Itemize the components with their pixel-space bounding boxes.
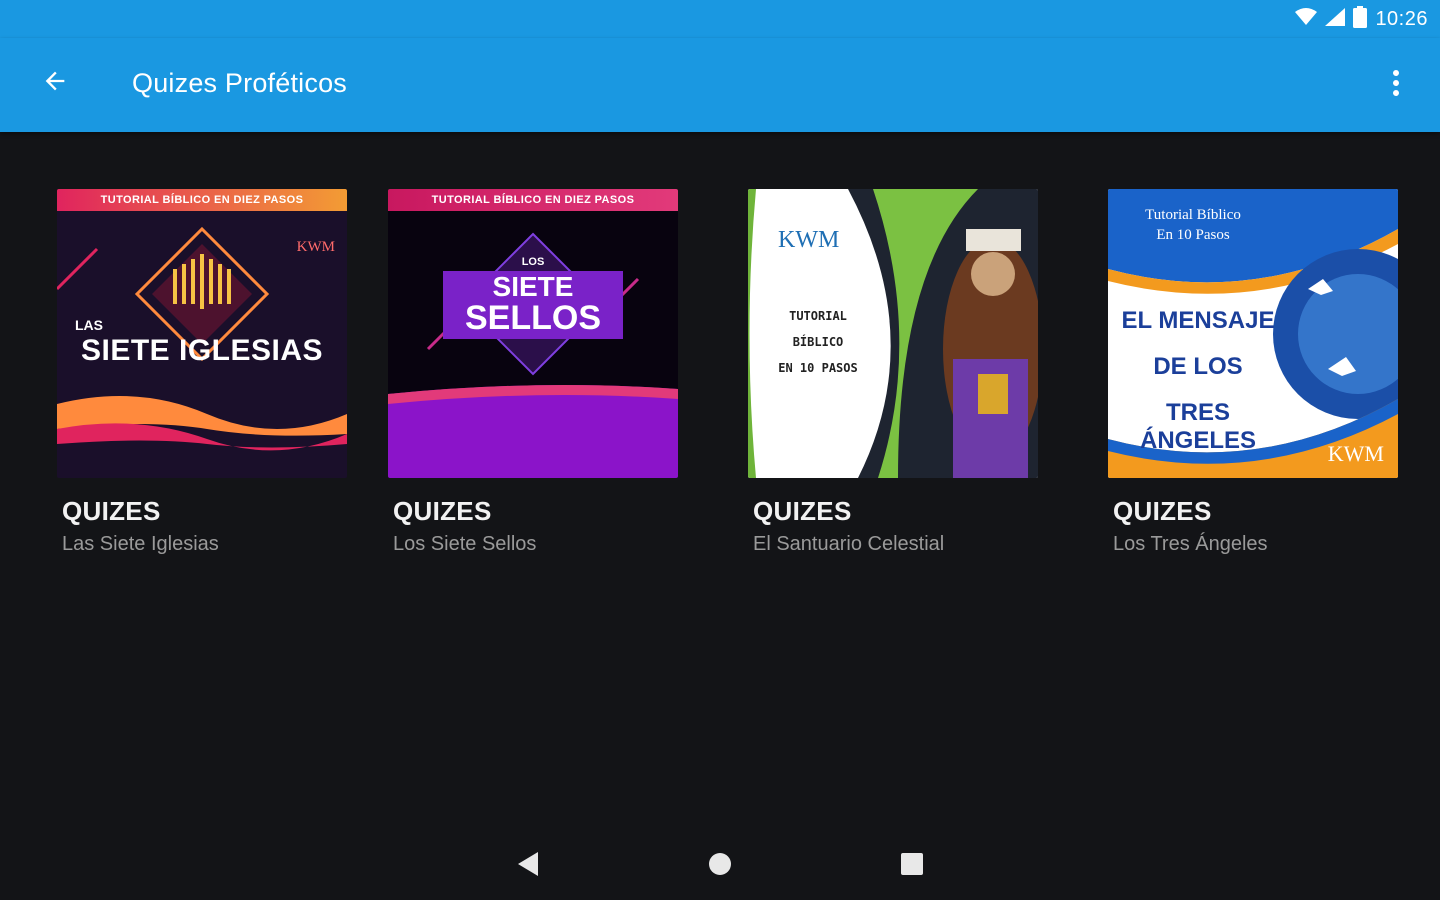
back-button[interactable] <box>30 58 80 108</box>
card-title: QUIZES <box>62 496 161 526</box>
battery-icon <box>1353 5 1368 33</box>
card-subtitle: Las Siete Iglesias <box>62 533 219 555</box>
thumb-logo: KWM <box>778 227 840 253</box>
thumb-line1: EL MENSAJE <box>1121 307 1275 334</box>
thumb-head2: En 10 Pasos <box>1156 227 1230 243</box>
card-title: QUIZES <box>1113 496 1212 526</box>
card-subtitle: El Santuario Celestial <box>753 533 945 555</box>
card-thumbnail: KWM TUTORIAL BÍBLICO EN 10 PASOS <box>748 189 1038 478</box>
quiz-card-siete-sellos[interactable]: TUTORIAL BÍBLICO EN DIEZ PASOS LOS SIETE… <box>388 189 678 556</box>
card-thumbnail: Tutorial Bíblico En 10 Pasos EL MENSAJE … <box>1108 189 1398 478</box>
card-subtitle: Los Tres Ángeles <box>1113 533 1268 555</box>
thumb-line2: BÍBLICO <box>792 335 844 349</box>
nav-back-icon <box>516 851 540 882</box>
thumb-line3: TRES ÁNGELES <box>1139 399 1256 454</box>
more-vert-icon <box>1392 69 1400 102</box>
overflow-menu-button[interactable] <box>1378 62 1414 108</box>
status-bar: 10:26 <box>0 0 1440 38</box>
status-icons: 10:26 <box>1295 5 1428 33</box>
nav-recents-icon <box>900 852 924 881</box>
back-arrow-icon <box>41 67 69 100</box>
wifi-icon <box>1295 7 1318 31</box>
quiz-card-santuario-celestial[interactable]: KWM TUTORIAL BÍBLICO EN 10 PASOS QUIZES … <box>748 189 1038 556</box>
card-thumbnail: TUTORIAL BÍBLICO EN DIEZ PASOS LAS SIETE… <box>57 189 347 478</box>
card-title: QUIZES <box>393 496 492 526</box>
thumb-small-text: LOS <box>521 256 545 268</box>
signal-icon <box>1325 7 1346 31</box>
system-nav-bar <box>0 828 1440 900</box>
quiz-card-siete-iglesias[interactable]: TUTORIAL BÍBLICO EN DIEZ PASOS LAS SIETE… <box>57 189 347 556</box>
thumb-small-text: LAS <box>75 317 103 333</box>
app-bar: Quizes Proféticos <box>0 38 1440 132</box>
nav-home-icon <box>708 852 732 881</box>
nav-recents-button[interactable] <box>892 846 932 886</box>
thumb-line2: DE LOS <box>1153 353 1243 380</box>
thumb-logo: KWM <box>1327 441 1384 466</box>
thumb-line2: SELLOS <box>464 299 602 337</box>
card-thumbnail: TUTORIAL BÍBLICO EN DIEZ PASOS LOS SIETE… <box>388 189 678 478</box>
nav-home-button[interactable] <box>700 846 740 886</box>
thumb-line3: EN 10 PASOS <box>778 361 858 375</box>
card-title: QUIZES <box>753 496 852 526</box>
card-subtitle: Los Siete Sellos <box>393 533 537 555</box>
thumb-big-text: SIETE IGLESIAS <box>80 334 324 367</box>
thumb-line1: TUTORIAL <box>789 309 847 323</box>
thumb-logo: KWM <box>296 239 335 255</box>
nav-back-button[interactable] <box>508 846 548 886</box>
status-time: 10:26 <box>1375 7 1428 30</box>
quiz-card-tres-angeles[interactable]: Tutorial Bíblico En 10 Pasos EL MENSAJE … <box>1108 189 1398 556</box>
thumb-head1: Tutorial Bíblico <box>1145 207 1241 223</box>
page-title: Quizes Proféticos <box>132 68 347 98</box>
